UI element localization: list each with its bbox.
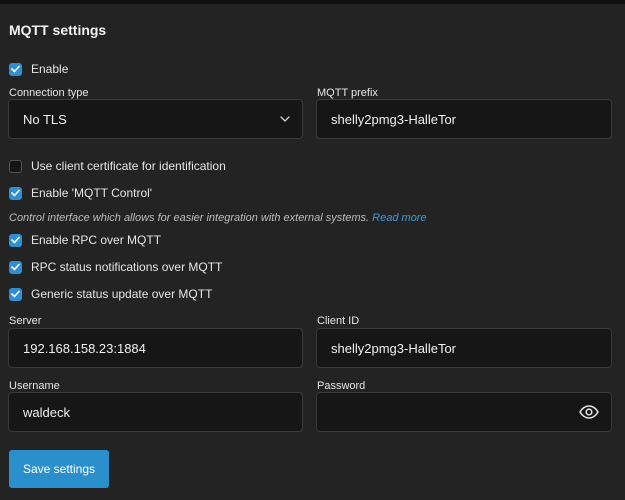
connection-type-value: No TLS: [23, 111, 67, 127]
rpc-status-checkbox-row[interactable]: RPC status notifications over MQTT: [9, 259, 222, 275]
generic-status-checkbox-row[interactable]: Generic status update over MQTT: [9, 286, 212, 302]
password-label: Password: [317, 380, 366, 392]
server-value: 192.168.158.23:1884: [23, 340, 146, 356]
client-id-label: Client ID: [317, 315, 360, 327]
eye-icon[interactable]: [579, 405, 599, 419]
generic-status-label: Generic status update over MQTT: [31, 287, 213, 301]
save-settings-button[interactable]: Save settings: [9, 450, 109, 488]
chevron-down-icon: [280, 116, 290, 122]
mqtt-prefix-input[interactable]: shelly2pmg3-HalleTor: [316, 99, 612, 139]
mqtt-control-checkbox-row[interactable]: Enable 'MQTT Control': [9, 185, 152, 201]
mqtt-control-label: Enable 'MQTT Control': [31, 186, 153, 200]
mqtt-control-description: Control interface which allows for easie…: [9, 212, 427, 224]
read-more-link[interactable]: Read more: [372, 212, 426, 224]
client-cert-label: Use client certificate for identificatio…: [31, 159, 226, 173]
username-input[interactable]: waldeck: [8, 392, 303, 432]
client-cert-checkbox[interactable]: [9, 159, 22, 173]
rpc-status-label: RPC status notifications over MQTT: [31, 260, 223, 274]
username-value: waldeck: [23, 404, 70, 420]
rpc-checkbox[interactable]: [9, 233, 22, 247]
enable-checkbox[interactable]: [9, 62, 22, 76]
connection-type-label: Connection type: [9, 87, 89, 99]
password-input[interactable]: [316, 392, 612, 432]
username-label: Username: [9, 380, 60, 392]
generic-status-checkbox[interactable]: [9, 287, 22, 301]
section-title: MQTT settings: [9, 22, 107, 38]
client-id-value: shelly2pmg3-HalleTor: [331, 340, 456, 356]
mqtt-prefix-label: MQTT prefix: [317, 87, 378, 99]
client-id-input[interactable]: shelly2pmg3-HalleTor: [316, 328, 612, 368]
enable-label: Enable: [31, 62, 69, 76]
rpc-status-checkbox[interactable]: [9, 260, 22, 274]
rpc-label: Enable RPC over MQTT: [31, 233, 162, 247]
client-cert-checkbox-row[interactable]: Use client certificate for identificatio…: [9, 158, 226, 174]
mqtt-control-description-text: Control interface which allows for easie…: [9, 212, 370, 224]
rpc-checkbox-row[interactable]: Enable RPC over MQTT: [9, 232, 161, 248]
connection-type-select[interactable]: No TLS: [8, 99, 303, 139]
mqtt-prefix-value: shelly2pmg3-HalleTor: [331, 111, 456, 127]
mqtt-settings-panel: MQTT settings Enable Connection type No …: [0, 4, 625, 500]
server-label: Server: [9, 315, 42, 327]
server-input[interactable]: 192.168.158.23:1884: [8, 328, 303, 368]
mqtt-control-checkbox[interactable]: [9, 186, 22, 200]
enable-checkbox-row[interactable]: Enable: [9, 61, 68, 77]
